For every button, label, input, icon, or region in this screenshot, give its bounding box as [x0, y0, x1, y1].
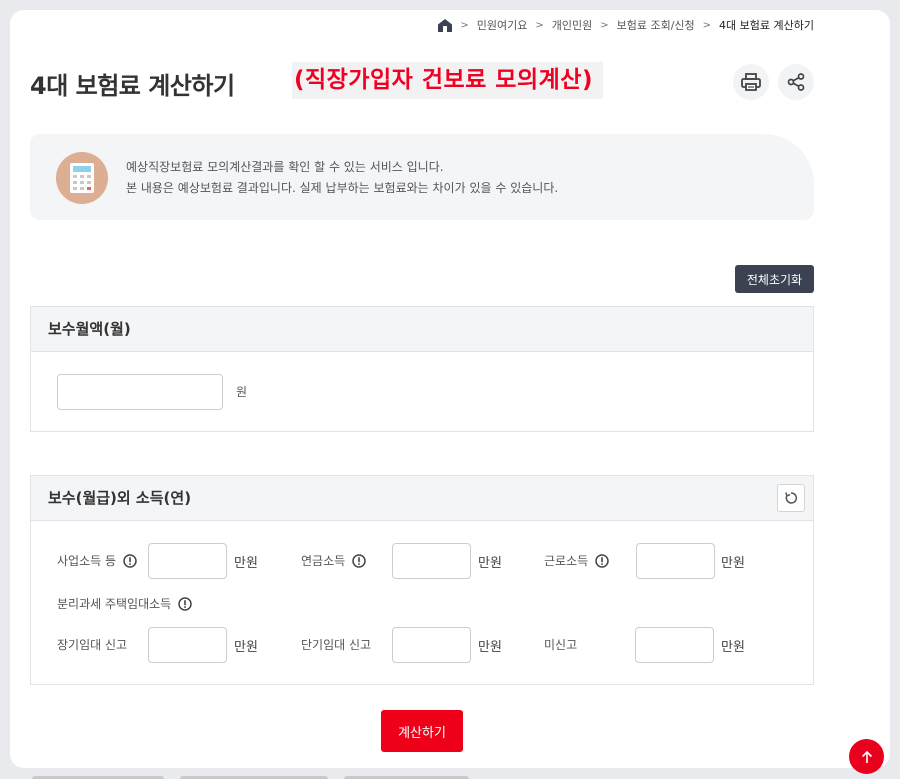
page-title: 4대 보험료 계산하기	[30, 72, 235, 100]
label-text: 연금소득	[301, 554, 346, 568]
notice-text: 예상직장보험료 모의계산결과를 확인 할 수 있는 서비스 입니다. 본 내용은…	[126, 157, 558, 199]
chevron-right-icon: >	[460, 19, 469, 31]
salary-section: 보수월액(월) 원	[30, 306, 814, 432]
section-reset-button[interactable]	[777, 484, 805, 512]
labor-income-input[interactable]	[636, 543, 715, 579]
section-header: 보수(월급)외 소득(연)	[31, 476, 813, 521]
main-card: > 민원여기요 > 개인민원 > 보험료 조회/신청 > 4대 보험료 계산하기…	[10, 10, 890, 768]
long-term-rental-input[interactable]	[148, 627, 227, 663]
business-income-input[interactable]	[148, 543, 227, 579]
label-text: 분리과세 주택임대소득	[57, 597, 172, 611]
unit-label: 만원	[234, 640, 258, 655]
share-icon	[787, 73, 805, 91]
breadcrumb-current: 4대 보험료 계산하기	[719, 19, 814, 32]
breadcrumb: > 민원여기요 > 개인민원 > 보험료 조회/신청 > 4대 보험료 계산하기	[438, 17, 814, 33]
notice-line: 예상직장보험료 모의계산결과를 확인 할 수 있는 서비스 입니다.	[126, 160, 444, 174]
chevron-right-icon: >	[535, 19, 544, 31]
pension-income-input[interactable]	[392, 543, 471, 579]
chevron-right-icon: >	[702, 19, 712, 31]
section-title: 보수월액(월)	[31, 307, 813, 352]
separate-tax-rental-label: 분리과세 주택임대소득	[57, 595, 192, 612]
unit-label: 만원	[721, 556, 745, 571]
short-term-rental-label: 단기임대 신고	[301, 638, 372, 652]
info-icon[interactable]	[178, 596, 192, 611]
unit-label: 만원	[478, 640, 502, 655]
refresh-icon	[785, 492, 798, 504]
unit-label: 만원	[721, 640, 745, 655]
print-icon	[741, 73, 761, 91]
reset-all-button[interactable]: 전체초기화	[735, 265, 814, 293]
notice-line: 본 내용은 예상보험료 결과입니다. 실제 납부하는 보험료와는 차이가 있을 …	[126, 181, 559, 195]
unreported-rental-label: 미신고	[544, 638, 578, 652]
label-text: 사업소득 등	[57, 554, 117, 568]
chevron-right-icon: >	[600, 19, 609, 31]
other-income-section: 보수(월급)외 소득(연) 사업소득 등 만원 연금소득 만원 근로소득 만원 …	[30, 475, 814, 685]
label-text: 근로소득	[544, 554, 589, 568]
long-term-rental-label: 장기임대 신고	[57, 638, 128, 652]
info-icon[interactable]	[123, 553, 137, 568]
calculator-icon	[70, 163, 94, 193]
business-income-label: 사업소득 등	[57, 552, 137, 569]
share-button[interactable]	[778, 64, 814, 100]
notice-box: 예상직장보험료 모의계산결과를 확인 할 수 있는 서비스 입니다. 본 내용은…	[30, 134, 814, 220]
unit-label: 만원	[234, 556, 258, 571]
arrow-up-icon	[861, 750, 872, 763]
info-icon[interactable]	[352, 553, 366, 568]
pension-income-label: 연금소득	[301, 552, 366, 569]
calculator-badge	[56, 152, 108, 204]
unit-label: 만원	[478, 556, 502, 571]
labor-income-label: 근로소득	[544, 552, 609, 569]
breadcrumb-item[interactable]: 보험료 조회/신청	[617, 17, 695, 33]
unit-label: 원	[236, 385, 248, 399]
short-term-rental-input[interactable]	[392, 627, 471, 663]
calculate-button[interactable]: 계산하기	[381, 710, 463, 752]
breadcrumb-item[interactable]: 개인민원	[552, 17, 592, 33]
scroll-top-button[interactable]	[849, 739, 884, 774]
unreported-rental-input[interactable]	[635, 627, 714, 663]
info-icon[interactable]	[595, 553, 609, 568]
section-title: 보수(월급)외 소득(연)	[48, 489, 192, 507]
home-icon[interactable]	[438, 18, 453, 32]
monthly-salary-input[interactable]	[57, 374, 223, 410]
print-button[interactable]	[733, 64, 769, 100]
breadcrumb-item[interactable]: 민원여기요	[477, 17, 528, 33]
page-subtitle: (직장가입자 건보료 모의계산)	[292, 62, 603, 99]
